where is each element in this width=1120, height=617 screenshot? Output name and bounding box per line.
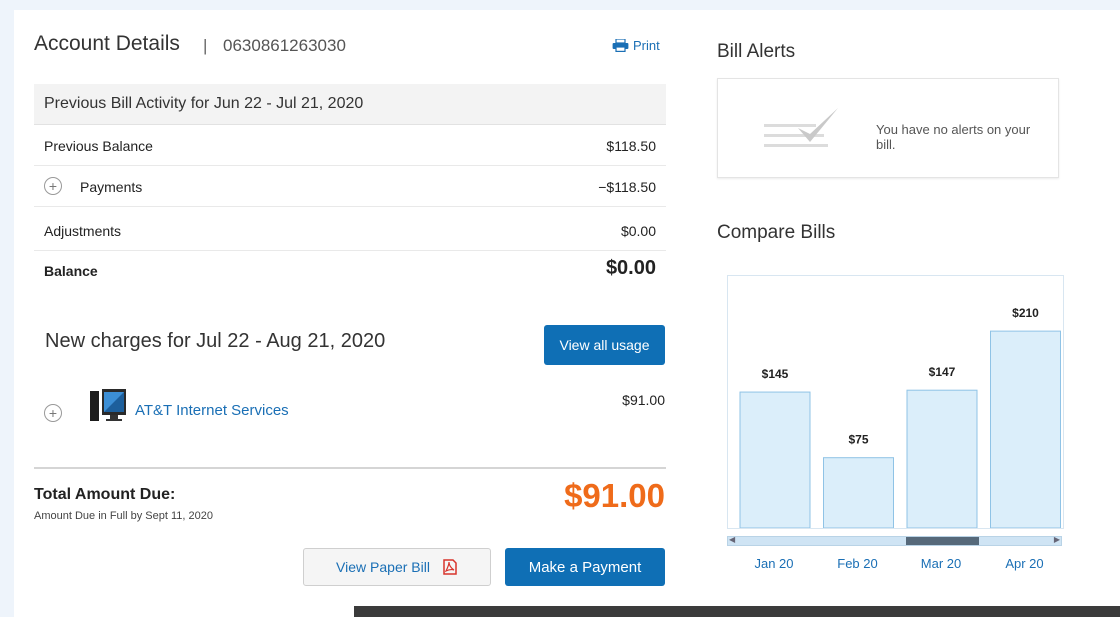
title-separator: | xyxy=(203,36,208,55)
chart-scrollbar[interactable]: ◀ ▶ xyxy=(727,535,1062,546)
x-axis-label[interactable]: Mar 20 xyxy=(921,556,961,571)
bottom-dark-bar xyxy=(354,606,1120,617)
printer-icon xyxy=(612,39,629,52)
checklist-icon xyxy=(764,108,838,147)
bar-mar-20[interactable] xyxy=(906,389,978,529)
bar-chart-svg: $145 $75 $147 $210 xyxy=(739,306,1061,529)
view-paper-bill-button[interactable]: View Paper Bill xyxy=(303,548,491,586)
print-link[interactable]: Print xyxy=(612,38,660,53)
bar-value-label: $147 xyxy=(929,365,956,379)
row-label: Previous Balance xyxy=(44,138,153,154)
account-number: 0630861263030 xyxy=(223,36,346,55)
internet-service-link[interactable]: AT&T Internet Services xyxy=(135,402,289,419)
bar-value-label: $145 xyxy=(762,367,789,381)
payments-link[interactable]: Payments xyxy=(80,179,142,195)
previous-activity-header: Previous Bill Activity for Jun 22 - Jul … xyxy=(34,84,666,125)
bar-feb-20[interactable] xyxy=(823,457,894,529)
compare-bills-chart: $145 $75 $147 $210 xyxy=(727,275,1064,529)
row-value: $0.00 xyxy=(620,223,656,239)
paper-bill-label: View Paper Bill xyxy=(336,559,430,575)
previous-balance-row: Previous Balance $118.50 xyxy=(34,125,666,166)
bar-jan-20[interactable] xyxy=(739,391,811,529)
view-all-usage-button[interactable]: View all usage xyxy=(544,325,665,365)
total-amount-value: $91.00 xyxy=(564,477,665,514)
divider xyxy=(34,467,666,469)
bill-alerts-title: Bill Alerts xyxy=(717,41,796,62)
internet-service-amount: $91.00 xyxy=(622,392,665,408)
row-label: Balance xyxy=(44,263,98,279)
adjustments-row: Adjustments $0.00 xyxy=(34,210,666,251)
expand-plus-icon[interactable]: + xyxy=(44,177,62,195)
scroll-right-arrow-icon[interactable]: ▶ xyxy=(1054,535,1060,544)
print-label: Print xyxy=(633,38,660,53)
computer-monitor-icon xyxy=(90,389,126,421)
due-date-text: Amount Due in Full by Sept 11, 2020 xyxy=(34,510,213,522)
previous-activity-title: Previous Bill Activity for Jun 22 - Jul … xyxy=(44,95,364,112)
bar-value-label: $210 xyxy=(1012,306,1039,320)
scroll-left-arrow-icon[interactable]: ◀ xyxy=(729,535,735,544)
x-axis-label[interactable]: Feb 20 xyxy=(837,556,877,571)
x-axis-label[interactable]: Jan 20 xyxy=(754,556,793,571)
x-axis-label[interactable]: Apr 20 xyxy=(1005,556,1043,571)
balance-row: Balance $0.00 xyxy=(34,250,666,290)
top-background-strip xyxy=(0,0,1120,10)
bar-apr-20[interactable] xyxy=(990,330,1061,529)
total-amount-label: Total Amount Due: xyxy=(34,486,176,503)
left-background-strip xyxy=(0,0,14,617)
row-value: −$118.50 xyxy=(598,179,656,195)
compare-bills-title: Compare Bills xyxy=(717,222,836,243)
payments-row: + Payments −$118.50 xyxy=(34,166,666,207)
chart-x-labels: Jan 20 Feb 20 Mar 20 Apr 20 xyxy=(754,556,1043,571)
row-label: Adjustments xyxy=(44,223,122,239)
balance-value: $0.00 xyxy=(605,257,656,279)
bar-value-label: $75 xyxy=(848,433,868,447)
account-details-title: Account Details xyxy=(34,32,180,55)
pdf-icon xyxy=(443,559,457,575)
expand-plus-icon[interactable]: + xyxy=(44,404,62,422)
scrollbar-thumb[interactable] xyxy=(905,537,980,545)
row-value: $118.50 xyxy=(606,138,656,154)
make-payment-button[interactable]: Make a Payment xyxy=(505,548,665,586)
new-charges-title: New charges for Jul 22 - Aug 21, 2020 xyxy=(45,330,386,352)
no-alerts-message: You have no alerts on your bill. xyxy=(876,122,1031,152)
